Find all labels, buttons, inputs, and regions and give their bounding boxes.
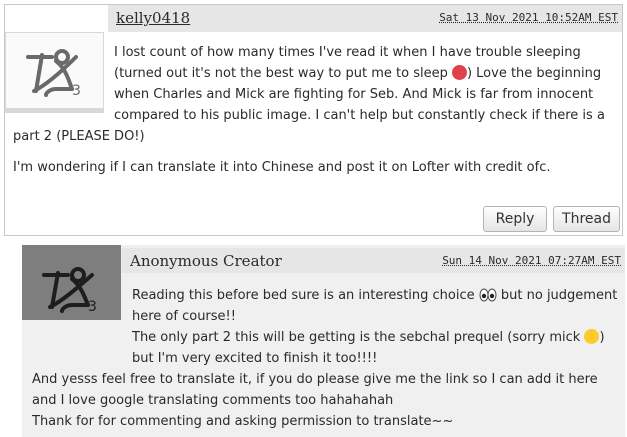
comment-body: Reading this before bed sure is an inter… xyxy=(32,285,618,432)
sweat-smile-icon xyxy=(584,329,600,344)
comment-date: Sun 14 Nov 2021 07:27AM EST xyxy=(442,254,621,267)
comment-paragraph-2: I'm wondering if I can translate it into… xyxy=(13,160,551,175)
text-part: Thank for for commenting and asking perm… xyxy=(32,414,454,429)
comment-date: Sat 13 Nov 2021 10:52AM EST xyxy=(439,11,618,24)
date-text: Sun 14 Nov 2021 07:27AM EST xyxy=(442,254,621,267)
comment-body: I lost count of how many times I've read… xyxy=(13,42,613,178)
comment-header: Anonymous Creator Sun 14 Nov 2021 07:27A… xyxy=(122,248,625,273)
text-part: Reading this before bed sure is an inter… xyxy=(132,288,479,303)
text-part: The only part 2 this will be getting is … xyxy=(132,330,585,345)
comment-header: kelly0418 Sat 13 Nov 2021 10:52AM EST xyxy=(108,5,622,32)
float-spacer xyxy=(13,42,114,110)
thread-button[interactable]: Thread xyxy=(553,206,620,232)
username-link[interactable]: kelly0418 xyxy=(116,9,190,27)
angry-face-icon xyxy=(451,65,467,80)
date-text: Sat 13 Nov 2021 10:52AM EST xyxy=(439,11,618,24)
float-spacer xyxy=(32,285,132,369)
comment-kelly0418: kelly0418 Sat 13 Nov 2021 10:52AM EST 3 … xyxy=(4,4,623,236)
username: Anonymous Creator xyxy=(130,252,282,270)
comment-author-reply: 3 Anonymous Creator Sun 14 Nov 2021 07:2… xyxy=(22,245,625,437)
text-part: And yesss feel free to translate it, if … xyxy=(32,372,598,408)
eyes-icon xyxy=(479,288,497,303)
reply-button[interactable]: Reply xyxy=(483,206,547,232)
